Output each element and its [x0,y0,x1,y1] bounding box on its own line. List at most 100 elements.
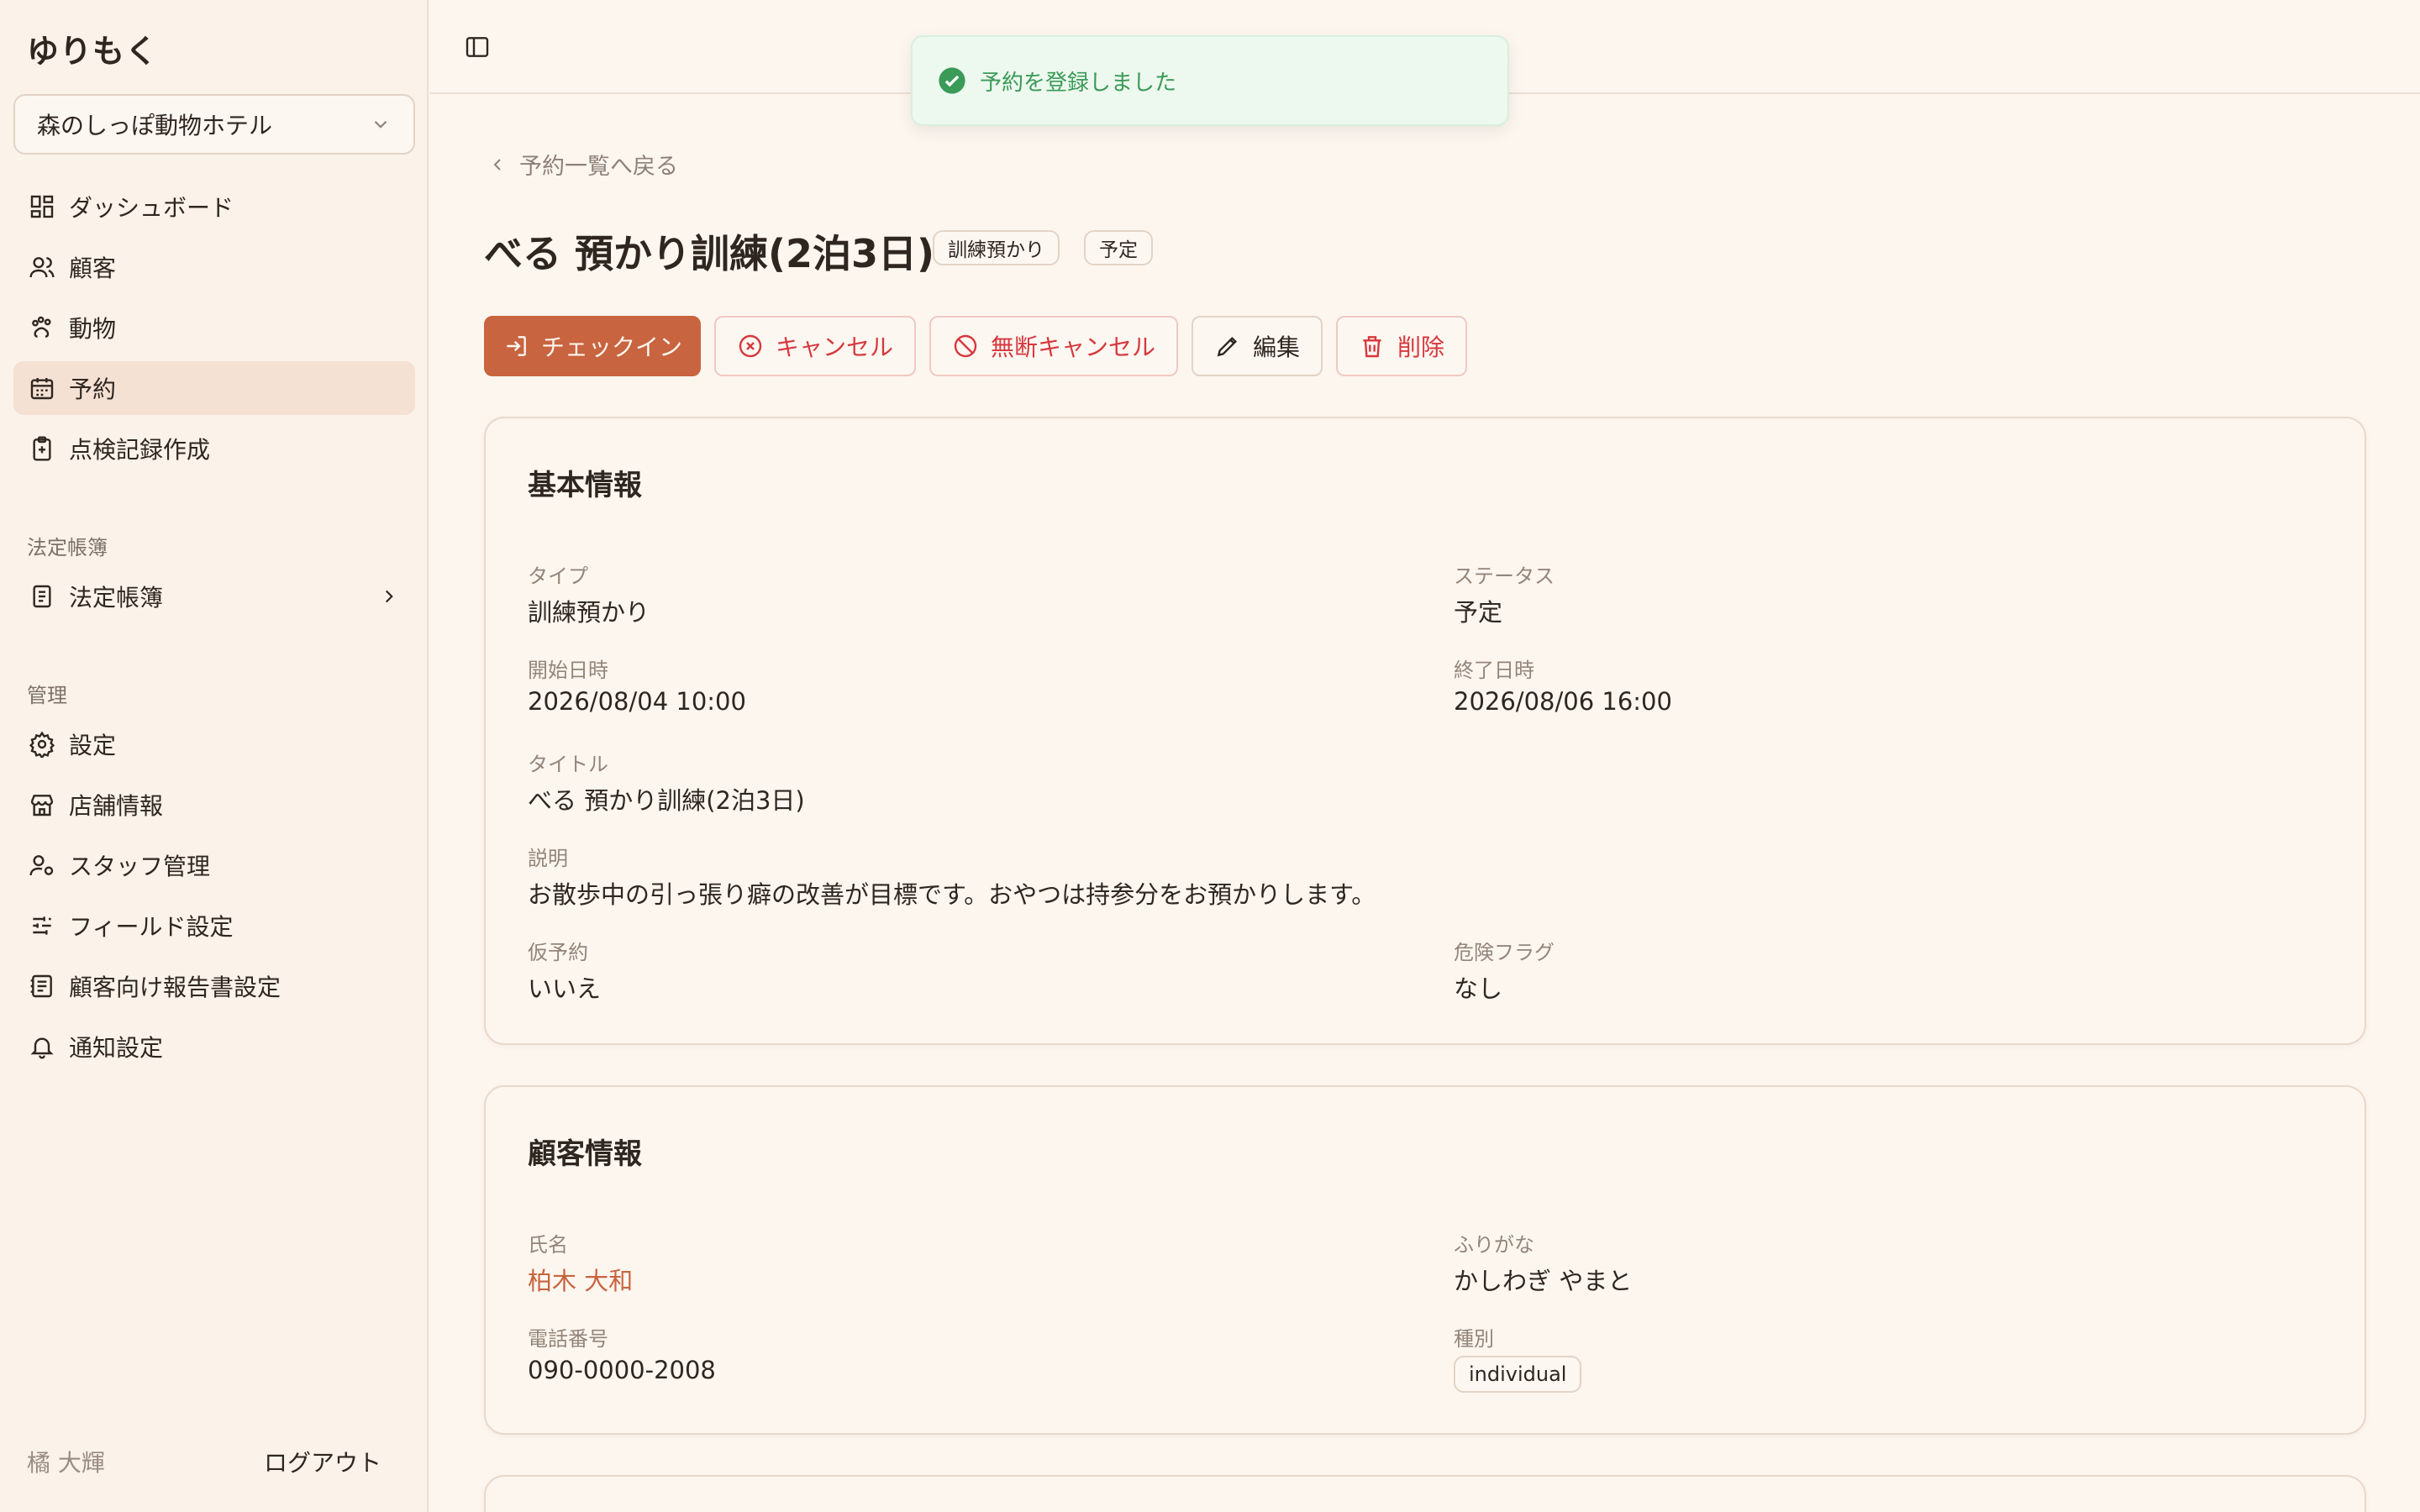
sidebar-item-store-info[interactable]: 店舗情報 [13,778,415,832]
customer-kind-badge: individual [1454,1356,1582,1393]
sidebar-item-customers[interactable]: 顧客 [13,240,415,294]
sidebar-item-field-settings[interactable]: フィールド設定 [13,899,415,953]
sidebar-item-animals[interactable]: 動物 [13,301,415,354]
login-icon [507,336,526,356]
next-card [484,1475,2366,1512]
type-badge: 訓練預かり [933,230,1060,265]
delete-label: 削除 [1397,333,1444,361]
type-value: 訓練預かり [528,598,650,627]
checkin-button[interactable]: チェックイン [484,316,701,376]
sidebar-item-label: 顧客 [69,255,117,282]
logout-button[interactable]: ログアウト [264,1445,381,1478]
trash-icon [1363,336,1381,358]
store-icon [30,795,54,816]
kana-value: かしわぎ やまと [1454,1267,1633,1295]
checkin-label: チェックイン [540,333,682,361]
phone-value: 090-0000-2008 [528,1356,716,1384]
cancel-button[interactable]: キャンセル [714,316,916,376]
chevron-right-icon [385,590,393,603]
section-label-admin: 管理 [27,684,67,707]
sidebar-item-reservations[interactable]: 予約 [13,361,415,415]
delete-button[interactable]: 削除 [1336,316,1467,376]
report-icon [30,974,52,998]
sidebar-toggle-icon[interactable] [464,34,491,60]
toast-message: 予約を登録しました [980,70,1177,96]
x-circle-icon [739,334,762,358]
sidebar-item-inspection[interactable]: 点検記録作成 [13,422,415,475]
status-value: 予定 [1454,598,1503,627]
end-value: 2026/08/06 16:00 [1454,687,1672,716]
sidebar-item-staff[interactable]: スタッフ管理 [13,838,415,892]
tentative-value: いいえ [528,974,602,1003]
store-selector[interactable]: 森のしっぽ動物ホテル [13,94,415,155]
bell-icon [30,1037,54,1059]
no-show-label: 無断キャンセル [990,333,1155,361]
phone-label: 電話番号 [528,1327,608,1351]
back-link-label: 予約一覧へ戻る [519,154,678,180]
customer-kind-label: 種別 [1454,1327,1494,1351]
sidebar-item-label: 通知設定 [69,1034,164,1062]
clipboard-plus-icon [33,436,51,461]
paw-icon [32,316,51,338]
start-label: 開始日時 [528,659,608,682]
users-icon [29,257,55,278]
store-selector-value: 森のしっぽ動物ホテル [37,112,273,139]
no-show-cancel-button[interactable]: 無断キャンセル [929,316,1178,376]
brand-logo[interactable]: ゆりもく [27,25,158,71]
sidebar-item-label: ダッシュボード [69,194,234,222]
sidebar-item-legal-books[interactable]: 法定帳簿 [13,570,415,623]
sidebar-item-report-settings[interactable]: 顧客向け報告書設定 [13,959,415,1013]
gear-icon [29,731,55,758]
pencil-icon [1217,336,1238,357]
sidebar-item-label: 点検記録作成 [69,436,211,464]
status-label: ステータス [1454,564,1555,588]
customer-info-heading: 顧客情報 [528,1137,642,1171]
section-label-legal: 法定帳簿 [27,536,108,559]
tentative-label: 仮予約 [528,941,588,964]
description-label: 説明 [528,847,568,870]
ban-icon [954,334,977,358]
sidebar-item-label: フィールド設定 [69,913,234,941]
sliders-icon [33,916,51,935]
customer-info-card: 顧客情報 氏名 柏木 大和 ふりがな かしわぎ やまと 電話番号 090-000… [484,1085,2366,1435]
title-label: タイトル [528,753,608,776]
sidebar-item-label: 法定帳簿 [69,584,164,612]
sidebar-item-label: 動物 [69,315,117,343]
sidebar-item-label: 顧客向け報告書設定 [69,974,281,1001]
edit-button[interactable]: 編集 [1192,316,1323,376]
sidebar-item-label: 設定 [69,732,117,759]
kana-label: ふりがな [1454,1233,1534,1257]
sidebar-item-label: 予約 [69,375,117,403]
status-badge: 予定 [1084,230,1153,265]
customer-name-link[interactable]: 柏木 大和 [528,1262,633,1297]
danger-flag-label: 危険フラグ [1454,941,1555,964]
calendar-icon [30,378,54,400]
dashboard-icon [30,195,54,218]
type-label: タイプ [528,564,588,588]
start-value: 2026/08/04 10:00 [528,687,746,716]
chevron-down-icon [374,120,387,129]
description-value: お散歩中の引っ張り癖の改善が目標です。おやつは持参分をお預かりします。 [528,880,1376,909]
sidebar-item-dashboard[interactable]: ダッシュボード [13,180,415,234]
current-user-name: 橘 大輝 [27,1449,105,1477]
page-title: べる 預かり訓練(2泊3日) [484,231,935,276]
back-to-list-link[interactable]: 予約一覧へ戻る [487,148,678,181]
cancel-label: キャンセル [775,333,893,361]
user-cog-icon [29,855,54,876]
sidebar-item-notifications[interactable]: 通知設定 [13,1020,415,1074]
customer-name-label: 氏名 [528,1233,568,1257]
basic-info-card: 基本情報 タイプ 訓練預かり ステータス 予定 開始日時 2026/08/04 … [484,417,2366,1045]
sidebar-item-label: スタッフ管理 [69,853,211,880]
sidebar-item-settings[interactable]: 設定 [13,717,415,771]
end-label: 終了日時 [1454,659,1534,682]
chevron-left-icon [493,158,501,171]
basic-info-heading: 基本情報 [528,469,642,502]
danger-flag-value: なし [1454,974,1503,1003]
check-circle-icon [939,67,965,94]
book-icon [33,585,51,608]
sidebar: ゆりもく 森のしっぽ動物ホテル ダッシュボード 顧客 動物 予約 点検記録作成 … [0,0,429,1512]
success-toast: 予約を登録しました [911,35,1509,126]
title-value: べる 預かり訓練(2泊3日) [528,786,805,815]
edit-label: 編集 [1252,333,1300,361]
sidebar-item-label: 店舗情報 [69,792,164,820]
